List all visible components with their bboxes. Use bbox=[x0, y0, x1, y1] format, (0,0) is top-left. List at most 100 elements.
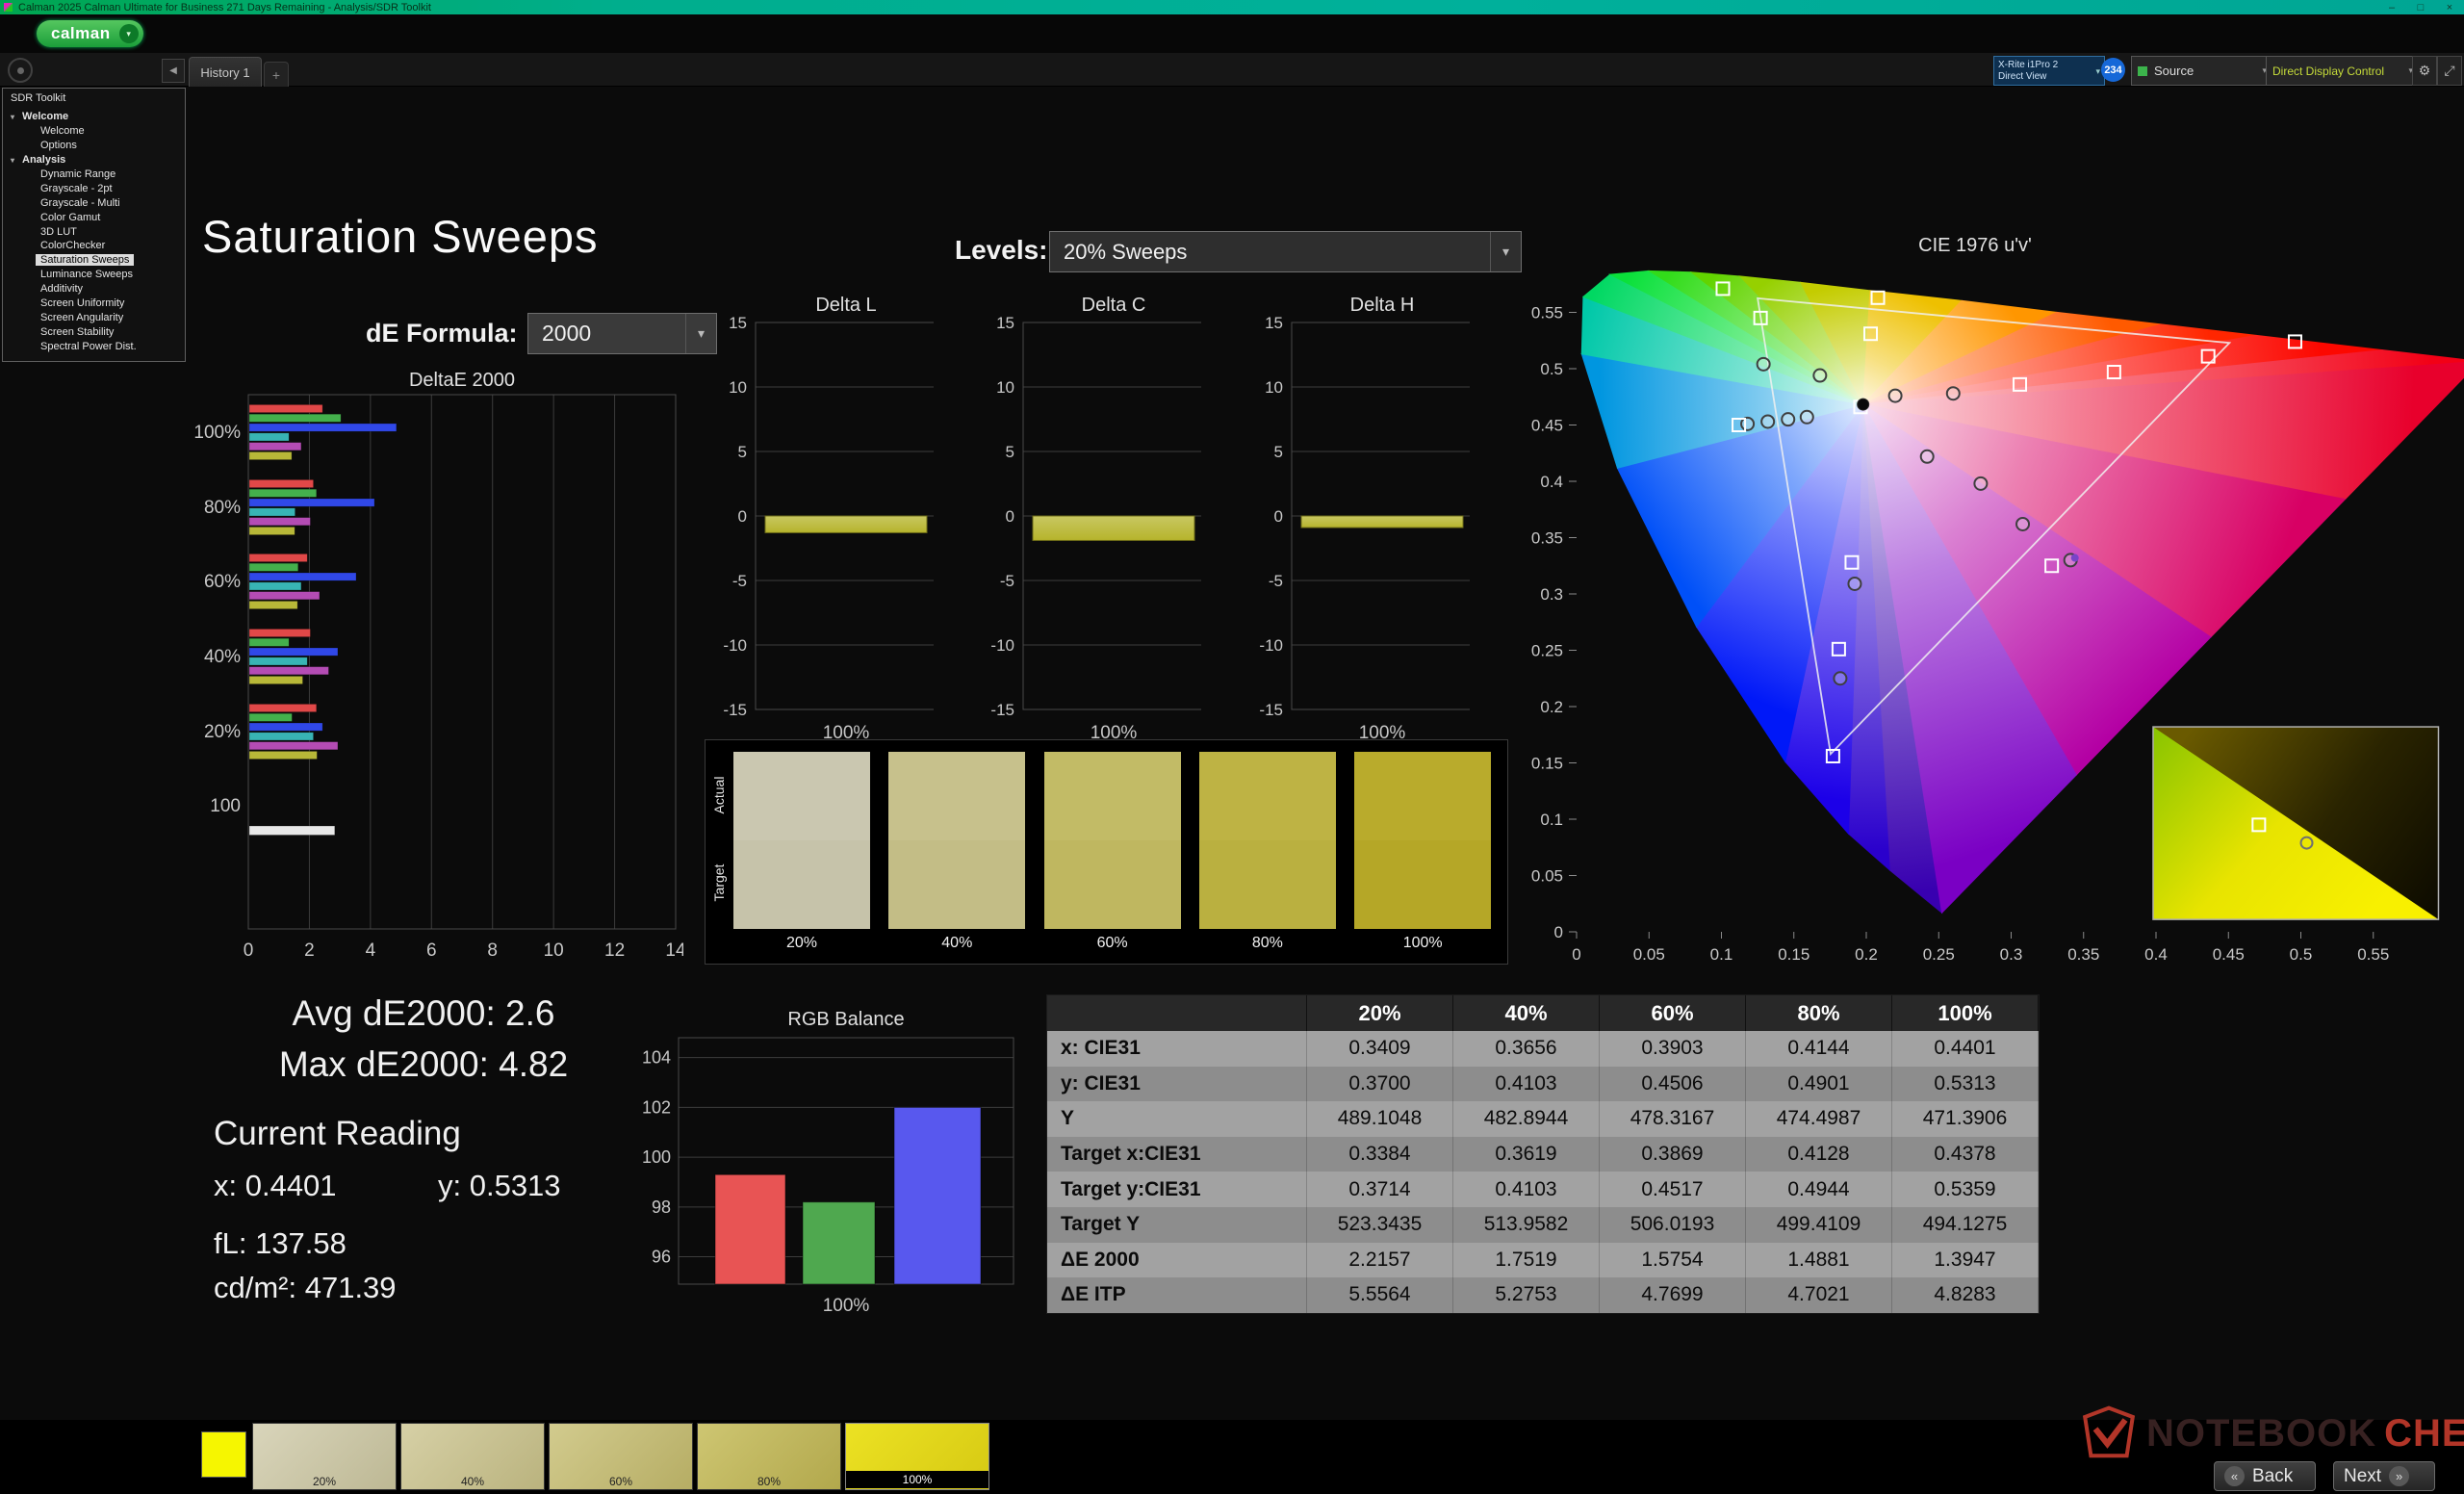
table-cell: 0.4378 bbox=[1892, 1137, 2039, 1172]
sidebar-item-label: 3D LUT bbox=[36, 226, 82, 238]
table-cell: 0.3714 bbox=[1307, 1172, 1453, 1207]
svg-text:102: 102 bbox=[642, 1097, 671, 1117]
next-arrow-icon: » bbox=[2389, 1466, 2409, 1486]
svg-text:20%: 20% bbox=[204, 722, 241, 742]
display-control-dropdown[interactable]: Direct Display Control ▾ bbox=[2266, 56, 2420, 86]
sidebar-item-label: Analysis bbox=[17, 154, 70, 166]
sidebar-item-dynamic-range[interactable]: Dynamic Range bbox=[3, 167, 185, 182]
expand-button[interactable]: ⤢ bbox=[2437, 56, 2462, 86]
levels-label: Levels: bbox=[955, 235, 1048, 266]
svg-text:-15: -15 bbox=[723, 701, 747, 719]
sidebar-item-luminance-sweeps[interactable]: Luminance Sweeps bbox=[3, 268, 185, 282]
table-cell: 0.4401 bbox=[1892, 1031, 2039, 1067]
current-cdm2: cd/m²: 471.39 bbox=[214, 1271, 397, 1305]
patch-thumbnail-80%[interactable]: 80% bbox=[697, 1423, 841, 1490]
sidebar-item-grayscale-2pt[interactable]: Grayscale - 2pt bbox=[3, 181, 185, 195]
table-cell: 0.3656 bbox=[1453, 1031, 1600, 1067]
current-fl: fL: 137.58 bbox=[214, 1226, 346, 1261]
svg-text:98: 98 bbox=[652, 1198, 671, 1217]
svg-text:0: 0 bbox=[1572, 945, 1580, 964]
sidebar-item-grayscale-multi[interactable]: Grayscale - Multi bbox=[3, 195, 185, 210]
tab-history-1[interactable]: History 1 bbox=[189, 57, 262, 87]
settings-button[interactable]: ⚙ bbox=[2412, 56, 2437, 86]
table-cell: 1.5754 bbox=[1600, 1243, 1746, 1278]
levels-dropdown[interactable]: 20% Sweeps ▾ bbox=[1049, 231, 1522, 272]
back-button[interactable]: « Back bbox=[2214, 1461, 2316, 1491]
table-cell: 1.3947 bbox=[1892, 1243, 2039, 1278]
levels-value: 20% Sweeps bbox=[1064, 240, 1187, 265]
svg-text:-10: -10 bbox=[723, 636, 747, 655]
sidebar-item-options[interactable]: Options bbox=[3, 139, 185, 153]
svg-text:10: 10 bbox=[996, 378, 1014, 397]
current-x: x: 0.4401 bbox=[214, 1169, 337, 1203]
swatch-60% bbox=[1044, 752, 1181, 929]
meter-select-button[interactable]: X-Rite i1Pro 2 Direct View ▾ bbox=[1993, 56, 2105, 86]
sidebar-item-label: Screen Angularity bbox=[36, 312, 128, 323]
watermark-word2: CHECK bbox=[2384, 1412, 2464, 1455]
delta-l-chart: 151050-5-10-15100% bbox=[674, 289, 934, 751]
svg-text:0.15: 0.15 bbox=[1531, 755, 1563, 773]
table-cell: 494.1275 bbox=[1892, 1207, 2039, 1243]
sidebar-item-additivity[interactable]: Additivity bbox=[3, 282, 185, 296]
svg-text:5: 5 bbox=[738, 443, 747, 461]
sidebar-collapse-button[interactable]: ◀ bbox=[162, 59, 185, 83]
sidebar-item-welcome[interactable]: ▾Welcome bbox=[3, 110, 185, 124]
minimize-button[interactable]: – bbox=[2377, 2, 2406, 13]
table-cell: 0.5313 bbox=[1892, 1067, 2039, 1102]
svg-text:0.45: 0.45 bbox=[1531, 417, 1563, 435]
calman-menu-button[interactable]: calman ▾ bbox=[37, 20, 143, 47]
swatch-comparison-panel: Actual Target 20%40%60%80%100% bbox=[705, 739, 1508, 965]
svg-text:-5: -5 bbox=[732, 572, 747, 590]
window-title: Calman 2025 Calman Ultimate for Business… bbox=[18, 2, 431, 13]
table-cell: 0.4128 bbox=[1746, 1137, 1892, 1172]
table-row-label: Target x:CIE31 bbox=[1047, 1137, 1307, 1172]
actual-row-label: Actual bbox=[711, 751, 727, 839]
sidebar-item-saturation-sweeps[interactable]: Saturation Sweeps bbox=[3, 253, 185, 268]
patch-thumbnail-20%[interactable]: 20% bbox=[252, 1423, 397, 1490]
svg-text:0.25: 0.25 bbox=[1923, 945, 1955, 964]
next-button[interactable]: Next » bbox=[2333, 1461, 2435, 1491]
swatch-percent-label: 20% bbox=[733, 935, 870, 952]
table-cell: 0.3619 bbox=[1453, 1137, 1600, 1172]
patch-thumbnail-60%[interactable]: 60% bbox=[549, 1423, 693, 1490]
table-cell: 499.4109 bbox=[1746, 1207, 1892, 1243]
expand-icon: ⤢ bbox=[2444, 63, 2454, 79]
svg-text:-10: -10 bbox=[990, 636, 1014, 655]
svg-text:0.5: 0.5 bbox=[2290, 945, 2313, 964]
sidebar-item-analysis[interactable]: ▾Analysis bbox=[3, 153, 185, 167]
close-button[interactable]: × bbox=[2435, 2, 2464, 13]
expander-icon[interactable]: ▾ bbox=[11, 113, 14, 121]
toolkit-menu-button[interactable] bbox=[8, 58, 33, 83]
actual-swatch bbox=[1044, 752, 1181, 840]
sidebar-tree: ▾WelcomeWelcomeOptions▾AnalysisDynamic R… bbox=[3, 110, 185, 353]
table-cell: 471.3906 bbox=[1892, 1101, 2039, 1137]
table-cell: 1.4881 bbox=[1746, 1243, 1892, 1278]
table-cell: 0.4506 bbox=[1600, 1067, 1746, 1102]
svg-text:12: 12 bbox=[604, 940, 625, 961]
sidebar-item-label: Luminance Sweeps bbox=[36, 269, 138, 280]
sidebar-item-color-gamut[interactable]: Color Gamut bbox=[3, 210, 185, 224]
sidebar-item-colorchecker[interactable]: ColorChecker bbox=[3, 239, 185, 253]
patch-thumbnail-100%[interactable]: 100% bbox=[845, 1423, 989, 1490]
sidebar-item-screen-uniformity[interactable]: Screen Uniformity bbox=[3, 296, 185, 311]
swatch-100% bbox=[1354, 752, 1491, 929]
new-tab-button[interactable]: + bbox=[264, 62, 289, 87]
sidebar-item-screen-stability[interactable]: Screen Stability bbox=[3, 324, 185, 339]
sidebar-item-3d-lut[interactable]: 3D LUT bbox=[3, 224, 185, 239]
chevron-down-icon: ▾ bbox=[119, 24, 139, 43]
table-cell: 506.0193 bbox=[1600, 1207, 1746, 1243]
sidebar-item-screen-angularity[interactable]: Screen Angularity bbox=[3, 310, 185, 324]
sidebar-item-spectral-power-dist-[interactable]: Spectral Power Dist. bbox=[3, 339, 185, 353]
svg-text:-15: -15 bbox=[1259, 701, 1283, 719]
source-dropdown[interactable]: Source ▾ bbox=[2131, 56, 2273, 86]
table-cell: 489.1048 bbox=[1307, 1101, 1453, 1137]
table-cell: 513.9582 bbox=[1453, 1207, 1600, 1243]
svg-text:0.3: 0.3 bbox=[1540, 585, 1563, 604]
maximize-button[interactable]: □ bbox=[2406, 2, 2435, 13]
table-cell: 0.4901 bbox=[1746, 1067, 1892, 1102]
sidebar-item-welcome[interactable]: Welcome bbox=[3, 124, 185, 139]
svg-text:15: 15 bbox=[996, 314, 1014, 332]
patch-thumbnail-40%[interactable]: 40% bbox=[400, 1423, 545, 1490]
expander-icon[interactable]: ▾ bbox=[11, 156, 14, 165]
swatch-percent-label: 40% bbox=[888, 935, 1025, 952]
